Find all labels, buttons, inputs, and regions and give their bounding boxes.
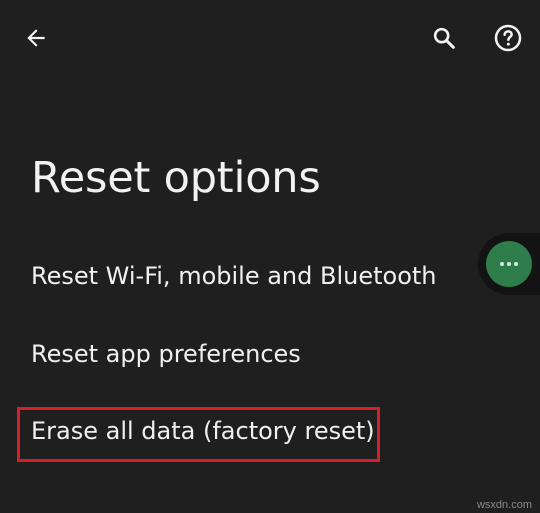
more-horizontal-icon xyxy=(500,262,518,266)
search-button[interactable] xyxy=(424,18,464,58)
top-app-bar xyxy=(0,0,540,80)
help-button[interactable] xyxy=(488,18,528,58)
watermark-text: wsxdn.com xyxy=(476,499,532,511)
back-button[interactable] xyxy=(16,18,56,58)
option-reset-wifi-mobile-bluetooth[interactable]: Reset Wi-Fi, mobile and Bluetooth xyxy=(31,259,437,293)
page-title: Reset options xyxy=(31,153,321,203)
help-circle-icon xyxy=(494,24,522,52)
option-erase-all-data[interactable]: Erase all data (factory reset) xyxy=(31,414,375,448)
search-icon xyxy=(433,27,455,49)
option-reset-app-preferences[interactable]: Reset app preferences xyxy=(31,337,301,371)
arrow-back-icon xyxy=(27,29,45,47)
floating-chat-bubble[interactable] xyxy=(486,241,532,287)
settings-screen: Reset options Reset Wi-Fi, mobile and Bl… xyxy=(0,0,540,513)
